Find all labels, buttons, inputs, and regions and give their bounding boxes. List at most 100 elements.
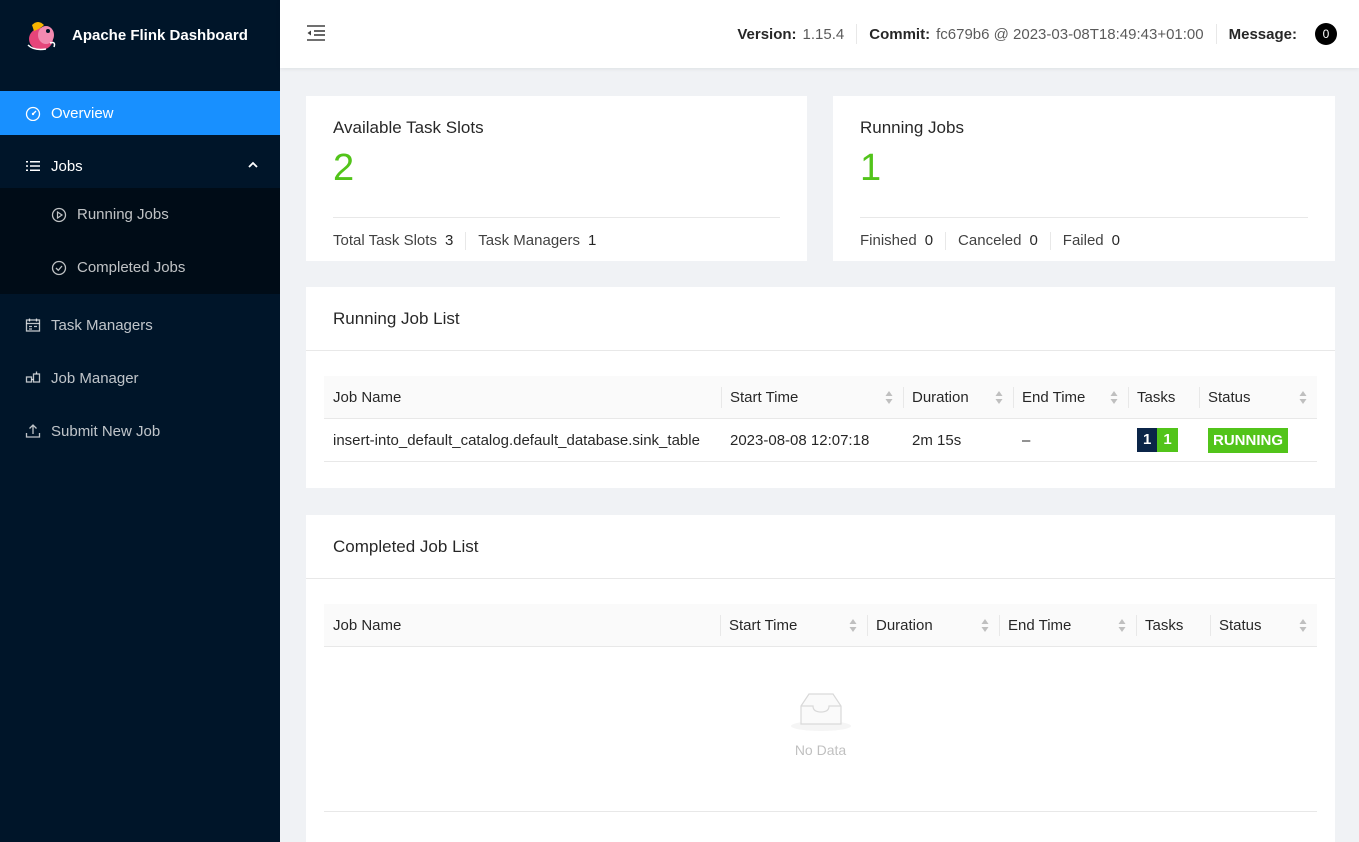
- top-header: Version: 1.15.4 Commit: fc679b6 @ 2023-0…: [280, 0, 1359, 68]
- completed-job-list-card: Completed Job List Job Name Start Time D…: [306, 515, 1335, 842]
- menu-label-completed-jobs: Completed Jobs: [77, 259, 186, 276]
- message-label: Message:: [1228, 25, 1297, 43]
- table-bottom-border: [324, 811, 1317, 812]
- running-job-table: Job Name Start Time Duration End Time Ta…: [324, 376, 1317, 462]
- version-label: Version:: [737, 25, 797, 43]
- duration-cell: 2m 15s: [912, 431, 962, 449]
- col-start-time-label: Start Time: [730, 389, 799, 406]
- completed-job-list-title: Completed Job List: [333, 537, 479, 556]
- message-info[interactable]: Message: 0: [1215, 23, 1349, 45]
- failed-label: Failed: [1062, 232, 1104, 249]
- menu-item-task-managers[interactable]: Task Managers: [0, 303, 280, 347]
- task-slots-footer: Total Task Slots 3 Task Managers 1: [333, 217, 780, 250]
- sort-icon[interactable]: [849, 618, 857, 633]
- col-end-time[interactable]: End Time: [999, 604, 1136, 647]
- col-duration-label: Duration: [912, 389, 969, 406]
- col-job-name-label: Job Name: [333, 617, 402, 634]
- col-status[interactable]: Status: [1210, 604, 1317, 647]
- sort-icon[interactable]: [1299, 390, 1307, 405]
- play-circle-icon: [50, 206, 68, 224]
- job-name-cell: insert-into_default_catalog.default_data…: [333, 431, 700, 449]
- task-managers-value: 1: [588, 232, 597, 249]
- version-value: 1.15.4: [802, 25, 845, 43]
- commit-info: Commit: fc679b6 @ 2023-03-08T18:49:43+01…: [856, 24, 1215, 44]
- end-time-cell: –: [1022, 431, 1031, 449]
- sort-icon[interactable]: [995, 390, 1003, 405]
- col-end-time[interactable]: End Time: [1013, 376, 1128, 419]
- col-end-time-label: End Time: [1008, 617, 1072, 634]
- menu-item-completed-jobs[interactable]: Completed Jobs: [0, 241, 280, 294]
- finished-count: Finished 0: [860, 232, 947, 250]
- col-start-time[interactable]: Start Time: [720, 604, 867, 647]
- running-job-list-header: Running Job List: [306, 287, 1335, 351]
- finished-value: 0: [924, 232, 934, 249]
- col-tasks-label: Tasks: [1145, 617, 1184, 634]
- menu-item-overview[interactable]: Overview: [0, 91, 280, 135]
- brand-title: Apache Flink Dashboard: [72, 26, 248, 44]
- sort-icon[interactable]: [1299, 618, 1307, 633]
- sort-icon[interactable]: [981, 618, 989, 633]
- col-status-label: Status: [1208, 389, 1251, 406]
- empty-text: No Data: [794, 742, 847, 758]
- col-status[interactable]: Status: [1199, 376, 1317, 419]
- col-status-label: Status: [1219, 617, 1262, 634]
- completed-job-table: Job Name Start Time Duration End Time Ta…: [324, 604, 1317, 814]
- menu-label-running-jobs: Running Jobs: [77, 206, 169, 223]
- menu-item-jobs[interactable]: Jobs: [0, 144, 280, 188]
- menu-label-overview: Overview: [51, 104, 114, 122]
- sort-icon[interactable]: [1118, 618, 1126, 633]
- chevron-up-icon: [248, 161, 258, 168]
- header-info: Version: 1.15.4 Commit: fc679b6 @ 2023-0…: [725, 0, 1349, 68]
- version-info: Version: 1.15.4: [725, 24, 856, 44]
- failed-count: Failed 0: [1063, 232, 1132, 250]
- menu-fold-icon[interactable]: [305, 23, 327, 43]
- sort-icon[interactable]: [1110, 390, 1118, 405]
- empty-inbox-icon: [790, 693, 851, 731]
- total-task-slots: Total Task Slots 3: [333, 232, 467, 250]
- upload-icon: [24, 422, 42, 440]
- menu-item-job-manager[interactable]: Job Manager: [0, 356, 280, 400]
- col-job-name: Job Name: [324, 604, 720, 647]
- running-job-list-card: Running Job List Job Name Start Time Dur…: [306, 287, 1335, 488]
- canceled-value: 0: [1029, 232, 1038, 249]
- completed-job-list-header: Completed Job List: [306, 515, 1335, 579]
- task-managers-label: Task Managers: [478, 232, 581, 249]
- menu-label-job-manager: Job Manager: [51, 369, 139, 387]
- task-managers-count: Task Managers 1: [478, 232, 608, 250]
- brand[interactable]: Apache Flink Dashboard: [0, 0, 280, 70]
- commit-value: fc679b6 @ 2023-03-08T18:49:43+01:00: [936, 25, 1204, 43]
- unordered-list-icon: [24, 157, 42, 175]
- col-tasks: Tasks: [1136, 604, 1210, 647]
- menu-label-task-managers: Task Managers: [51, 316, 153, 334]
- dashboard-icon: [24, 104, 42, 122]
- running-job-list-title: Running Job List: [333, 309, 460, 328]
- canceled-count: Canceled 0: [958, 232, 1051, 250]
- col-duration[interactable]: Duration: [903, 376, 1013, 419]
- message-count-badge[interactable]: 0: [1315, 23, 1337, 45]
- task-slots-value: 2: [333, 147, 355, 189]
- tasks-cell: 11: [1128, 419, 1199, 461]
- status-cell: RUNNING: [1199, 419, 1317, 461]
- flink-squirrel-logo-icon: [27, 22, 56, 51]
- col-job-name-label: Job Name: [333, 389, 402, 406]
- failed-value: 0: [1111, 232, 1120, 249]
- col-duration-label: Duration: [876, 617, 933, 634]
- sidebar: Apache Flink Dashboard Overview Jobs Run…: [0, 0, 280, 842]
- table-row[interactable]: insert-into_default_catalog.default_data…: [324, 419, 1317, 462]
- side-menu: Overview Jobs Running Jobs Completed Job…: [0, 91, 280, 453]
- schedule-icon: [24, 316, 42, 334]
- sort-icon[interactable]: [885, 390, 893, 405]
- col-job-name: Job Name: [324, 376, 721, 419]
- col-duration[interactable]: Duration: [867, 604, 999, 647]
- col-start-time[interactable]: Start Time: [721, 376, 903, 419]
- task-slots-title: Available Task Slots: [333, 118, 484, 137]
- col-tasks: Tasks: [1128, 376, 1199, 419]
- menu-item-running-jobs[interactable]: Running Jobs: [0, 188, 280, 241]
- col-tasks-label: Tasks: [1137, 389, 1176, 406]
- completed-job-table-header: Job Name Start Time Duration End Time Ta…: [324, 604, 1317, 647]
- menu-item-submit-new-job[interactable]: Submit New Job: [0, 409, 280, 453]
- status-badge: RUNNING: [1208, 427, 1288, 453]
- running-jobs-card: Running Jobs 1 Finished 0 Canceled 0 Faile…: [833, 96, 1335, 261]
- empty-state: No Data: [324, 690, 1317, 758]
- total-task-slots-value: 3: [444, 232, 454, 249]
